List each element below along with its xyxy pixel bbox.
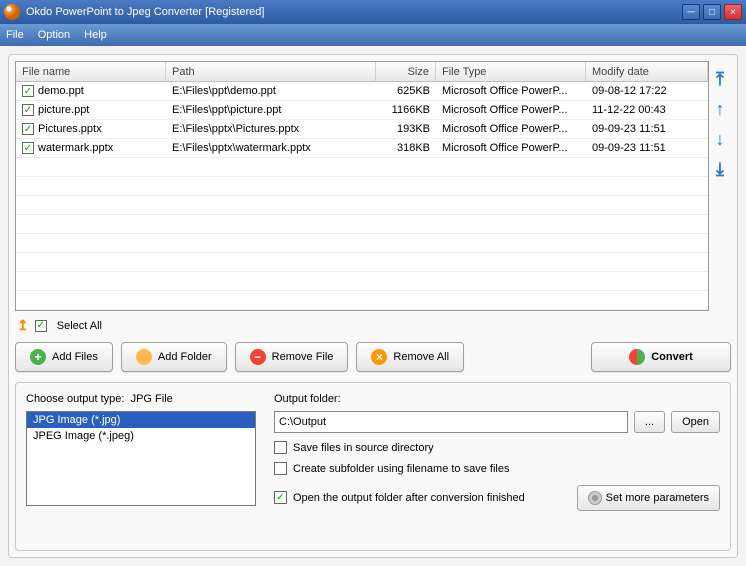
table-row[interactable]: ✓Pictures.pptxE:\Files\pptx\Pictures.ppt… (16, 120, 708, 139)
row-checkbox[interactable]: ✓ (22, 85, 34, 97)
table-row[interactable]: ✓demo.pptE:\Files\ppt\demo.ppt625KBMicro… (16, 82, 708, 101)
move-down-icon[interactable]: ↓ (712, 131, 728, 147)
col-header-name[interactable]: File name (16, 62, 166, 81)
file-table[interactable]: File name Path Size File Type Modify dat… (15, 61, 709, 311)
add-files-button[interactable]: +Add Files (15, 342, 113, 372)
window-title: Okdo PowerPoint to Jpeg Converter [Regis… (26, 6, 682, 18)
col-header-date[interactable]: Modify date (586, 62, 708, 81)
convert-icon (629, 349, 645, 365)
list-item[interactable]: JPEG Image (*.jpeg) (27, 428, 255, 444)
remove-file-button[interactable]: −Remove File (235, 342, 349, 372)
move-bottom-icon[interactable]: ⤓ (712, 161, 728, 177)
minimize-button[interactable]: ─ (682, 4, 700, 20)
list-item[interactable]: JPG Image (*.jpg) (27, 412, 255, 428)
menubar: File Option Help (0, 24, 746, 46)
row-checkbox[interactable]: ✓ (22, 142, 34, 154)
browse-button[interactable]: ... (634, 411, 665, 433)
folder-icon (136, 349, 152, 365)
remove-all-button[interactable]: ×Remove All (356, 342, 464, 372)
maximize-button[interactable]: □ (703, 4, 721, 20)
gear-icon (588, 491, 602, 505)
table-row[interactable]: ✓watermark.pptxE:\Files\pptx\watermark.p… (16, 139, 708, 158)
up-folder-icon[interactable]: ↥ (17, 317, 29, 334)
select-all-checkbox[interactable]: ✓ (35, 320, 47, 332)
row-checkbox[interactable]: ✓ (22, 104, 34, 116)
table-row[interactable]: ✓picture.pptE:\Files\ppt\picture.ppt1166… (16, 101, 708, 120)
x-icon: × (371, 349, 387, 365)
select-all-label: Select All (57, 320, 102, 332)
move-up-icon[interactable]: ↑ (712, 101, 728, 117)
row-checkbox[interactable]: ✓ (22, 123, 34, 135)
open-button[interactable]: Open (671, 411, 720, 433)
open-after-checkbox[interactable]: ✓ (274, 491, 287, 504)
create-subfolder-checkbox[interactable] (274, 462, 287, 475)
minus-icon: − (250, 349, 266, 365)
output-type-listbox[interactable]: JPG Image (*.jpg) JPEG Image (*.jpeg) (26, 411, 256, 506)
plus-icon: + (30, 349, 46, 365)
move-top-icon[interactable]: ⤒ (712, 71, 728, 87)
titlebar: Okdo PowerPoint to Jpeg Converter [Regis… (0, 0, 746, 24)
output-type-current: JPG File (131, 393, 173, 405)
menu-help[interactable]: Help (84, 29, 107, 41)
convert-button[interactable]: Convert (591, 342, 731, 372)
save-in-source-label: Save files in source directory (293, 442, 434, 454)
create-subfolder-label: Create subfolder using filename to save … (293, 463, 509, 475)
menu-file[interactable]: File (6, 29, 24, 41)
col-header-path[interactable]: Path (166, 62, 376, 81)
menu-option[interactable]: Option (38, 29, 70, 41)
output-folder-input[interactable] (274, 411, 628, 433)
save-in-source-checkbox[interactable] (274, 441, 287, 454)
col-header-type[interactable]: File Type (436, 62, 586, 81)
app-icon (4, 4, 20, 20)
output-folder-label: Output folder: (274, 393, 720, 405)
set-more-parameters-button[interactable]: Set more parameters (577, 485, 720, 511)
col-header-size[interactable]: Size (376, 62, 436, 81)
output-type-label: Choose output type: (26, 393, 124, 405)
add-folder-button[interactable]: Add Folder (121, 342, 227, 372)
close-button[interactable]: × (724, 4, 742, 20)
open-after-label: Open the output folder after conversion … (293, 492, 525, 504)
